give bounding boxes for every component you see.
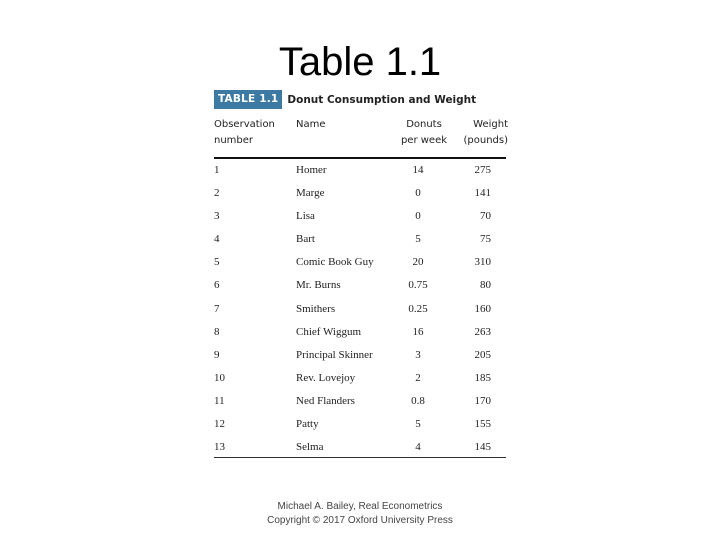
cell-name: Homer (296, 164, 327, 176)
cell-weight: 70 (480, 210, 491, 223)
header-observation-line2: number (214, 135, 254, 146)
header-donuts-line1: Donuts (406, 119, 442, 130)
header-donuts-line2: per week (400, 135, 448, 146)
cell-donuts: 0 (415, 210, 421, 223)
cell-weight: 160 (474, 302, 492, 315)
donut-table: TABLE 1.1 Donut Consumption and Weight O… (214, 90, 508, 459)
cell-weight: 205 (474, 348, 492, 361)
cell-name: Comic Book Guy (296, 256, 374, 269)
table-row: 6 Mr. Burns 0.75 80 (214, 274, 506, 297)
cell-donuts: 3 (415, 348, 421, 361)
cell-donuts: 0.75 (408, 279, 428, 292)
cell-observation: 11 (214, 394, 225, 407)
cell-observation: 10 (214, 371, 225, 384)
cell-name: Bart (296, 233, 315, 246)
table-row: 5 Comic Book Guy 20 310 (214, 251, 506, 274)
header-observation: Observation number (214, 117, 275, 149)
header-donuts: Donuts per week (394, 117, 454, 149)
cell-donuts: 2 (415, 371, 421, 384)
cell-weight: 310 (474, 256, 492, 269)
cell-weight: 80 (480, 279, 491, 292)
cell-observation: 3 (214, 210, 220, 223)
cell-name: Principal Skinner (296, 348, 373, 361)
cell-name: Chief Wiggum (296, 325, 362, 338)
cell-name: Mr. Burns (296, 279, 341, 292)
cell-name: Ned Flanders (296, 394, 355, 407)
cell-name: Rev. Lovejoy (296, 371, 356, 384)
cell-donuts: 14 (412, 164, 424, 176)
table-caption-text: Donut Consumption and Weight (287, 93, 477, 106)
cell-donuts: 4 (415, 441, 421, 454)
table-row: 9 Principal Skinner 3 205 (214, 344, 506, 367)
table-row: 8 Chief Wiggum 16 263 (214, 321, 506, 344)
table-body: 1 Homer 14 275 2 Marge 0 141 3 Lisa 0 70 4 Bart 5 75 5 Co… (214, 159, 506, 459)
header-weight-line2: (pounds) (463, 135, 508, 146)
cell-weight: 263 (474, 325, 492, 338)
table-row: 3 Lisa 0 70 (214, 205, 506, 228)
footer-line2: Copyright © 2017 Oxford University Press (267, 515, 453, 526)
cell-donuts: 20 (412, 256, 424, 269)
footer: Michael A. Bailey, Real Econometrics Cop… (0, 500, 720, 528)
table-caption: TABLE 1.1 Donut Consumption and Weight (214, 90, 506, 109)
table-row: 11 Ned Flanders 0.8 170 (214, 390, 506, 413)
cell-observation: 2 (214, 187, 220, 200)
cell-donuts: 16 (412, 325, 424, 338)
cell-observation: 5 (214, 256, 220, 269)
cell-donuts: 5 (415, 233, 421, 246)
cell-weight: 145 (474, 441, 492, 454)
table-row: 12 Patty 5 155 (214, 413, 506, 436)
cell-observation: 4 (214, 233, 220, 246)
table-row: 1 Homer 14 275 (214, 159, 506, 182)
header-weight-line1: Weight (473, 119, 508, 130)
cell-donuts: 0.25 (408, 302, 428, 315)
cell-observation: 8 (214, 325, 220, 338)
cell-observation: 1 (214, 164, 220, 176)
cell-observation: 12 (214, 418, 225, 431)
table-row: 13 Selma 4 145 (214, 436, 506, 459)
cell-name: Smithers (296, 302, 336, 315)
footer-line1: Michael A. Bailey, Real Econometrics (277, 501, 443, 512)
cell-donuts: 5 (415, 418, 421, 431)
cell-name: Marge (296, 187, 325, 200)
cell-donuts: 0 (415, 187, 421, 200)
cell-name: Lisa (296, 210, 315, 223)
cell-weight: 185 (474, 371, 492, 384)
header-weight: Weight (pounds) (458, 117, 508, 149)
header-name: Name (296, 119, 326, 130)
table-row: 4 Bart 5 75 (214, 228, 506, 251)
cell-weight: 155 (474, 418, 492, 431)
header-observation-line1: Observation (214, 119, 275, 130)
cell-name: Selma (296, 441, 324, 454)
table-badge: TABLE 1.1 (214, 90, 283, 109)
slide-title: Table 1.1 (278, 40, 442, 84)
cell-observation: 7 (214, 302, 220, 315)
cell-weight: 275 (474, 164, 492, 176)
cell-weight: 75 (480, 233, 491, 246)
cell-name: Patty (296, 418, 319, 431)
table-row: 10 Rev. Lovejoy 2 185 (214, 367, 506, 390)
cell-observation: 9 (214, 348, 220, 361)
table-header: Observation number Name Donuts per week … (214, 115, 508, 159)
table-row: 2 Marge 0 141 (214, 182, 506, 205)
cell-observation: 13 (214, 441, 225, 454)
cell-weight: 170 (474, 394, 492, 407)
table-row: 7 Smithers 0.25 160 (214, 298, 506, 321)
cell-observation: 6 (214, 279, 220, 292)
cell-donuts: 0.8 (411, 394, 425, 407)
cell-weight: 141 (474, 187, 492, 200)
